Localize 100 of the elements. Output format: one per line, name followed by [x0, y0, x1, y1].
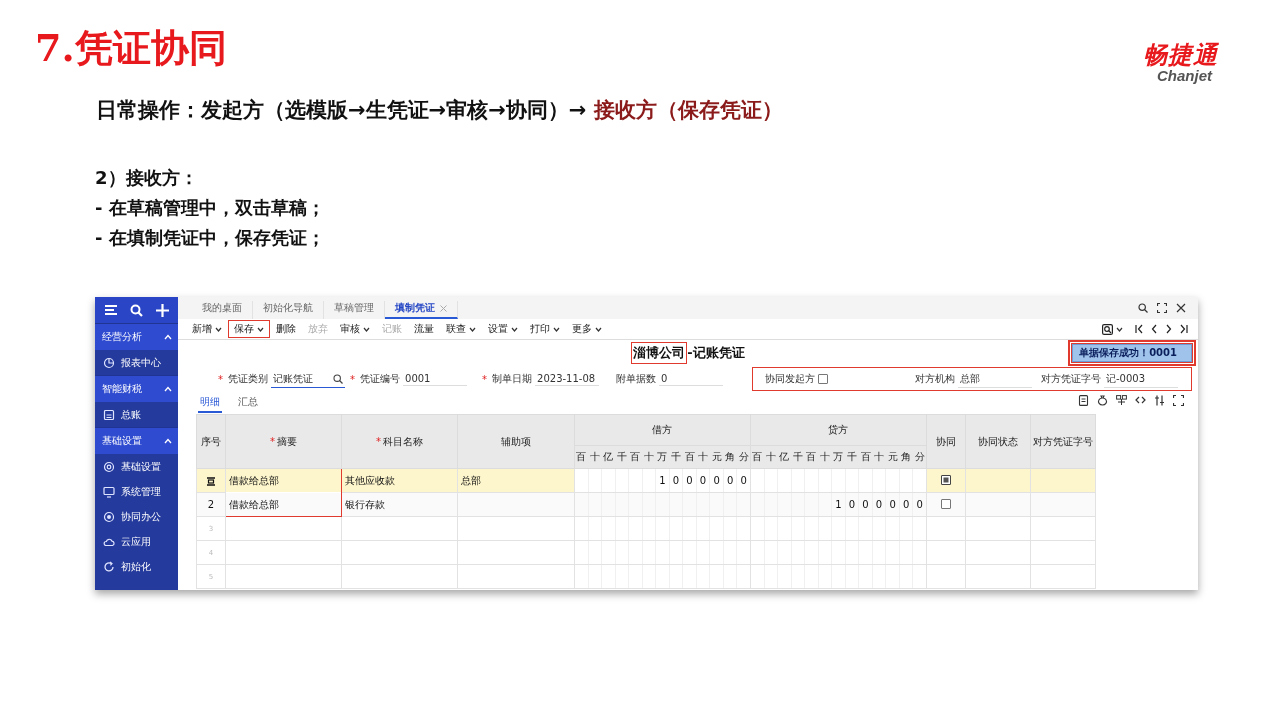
table-row[interactable]: 2 借款给总部 银行存款 1 0 0 0 0 0 0 — [196, 492, 1096, 517]
menu-icon[interactable] — [104, 304, 119, 316]
money-bag-icon[interactable] — [1097, 395, 1108, 406]
toolbar-button[interactable]: 审核 — [334, 320, 376, 338]
close-icon[interactable] — [1176, 303, 1186, 313]
logo-text: 畅捷通 — [1143, 42, 1218, 68]
table-row[interactable]: 借款给总部 其他应收款 总部 1 0 0 0 0 0 0 — [196, 468, 1096, 493]
sliders-icon[interactable] — [1154, 395, 1165, 406]
caret-icon — [595, 326, 602, 332]
maximize-icon[interactable] — [1157, 303, 1167, 313]
layout-icon[interactable] — [1116, 395, 1127, 406]
table-cell: 其他应收款 — [341, 468, 458, 493]
voucher-type-title: -记账凭证 — [687, 344, 745, 362]
table-cell: 总部 — [457, 468, 575, 493]
field-label: 对方凭证字号 — [1041, 372, 1101, 386]
field-label: 凭证编号 — [360, 372, 401, 386]
header-label: 摘要 — [277, 435, 297, 447]
required-mark: * — [482, 373, 488, 385]
target-icon — [103, 510, 115, 523]
input-field[interactable]: 0 — [658, 372, 723, 386]
company-name: 淄博公司 — [631, 342, 688, 364]
input-field[interactable]: 记-0003 — [1104, 370, 1178, 388]
caret-icon — [363, 326, 370, 332]
previous-icon[interactable] — [1150, 324, 1158, 334]
insert-row-icon[interactable] — [206, 476, 216, 486]
group-label: 智能财税 — [102, 382, 142, 396]
sidebar-group[interactable]: 智能财税 — [95, 375, 178, 402]
sidebar-item[interactable]: 系统管理 — [95, 479, 178, 504]
headline-text: 日常操作：发起方（选模版→生凭证→审核→协同）→ 接收方（保存凭证） — [96, 97, 784, 124]
search-icon[interactable] — [130, 303, 144, 317]
checkbox[interactable] — [818, 374, 828, 384]
caret-icon — [257, 326, 264, 332]
next-icon[interactable] — [1165, 324, 1173, 334]
sidebar-item[interactable]: 云应用 — [95, 529, 178, 554]
field-label: 对方机构 — [915, 372, 955, 386]
ledger-icon — [103, 408, 115, 421]
header-label: 对方凭证字号 — [1032, 435, 1093, 447]
gear-icon — [103, 460, 115, 473]
link-icon[interactable] — [1135, 395, 1146, 406]
sidebar-item[interactable]: 报表中心 — [95, 350, 178, 375]
toolbar-button[interactable]: 删除 — [270, 320, 302, 338]
plus-icon[interactable] — [155, 303, 169, 317]
table-cell: 借款给总部 — [225, 468, 342, 493]
caret-icon — [511, 326, 518, 332]
note-line: - 在草稿管理中，双击草稿； — [95, 196, 325, 220]
search-icon[interactable] — [1138, 303, 1148, 313]
input-field[interactable]: 总部 — [958, 370, 1032, 388]
column-header: 借方 — [574, 414, 751, 446]
checkbox[interactable] — [940, 498, 951, 509]
toolbar-button[interactable]: 设置 — [482, 320, 524, 338]
group-label: 基础设置 — [102, 434, 142, 448]
note-line: - 在填制凭证中，保存凭证； — [95, 226, 325, 250]
table-cell: 借款给总部 — [225, 492, 342, 517]
required-mark: * — [376, 435, 381, 447]
sidebar-item[interactable]: 总账 — [95, 402, 178, 427]
input-field[interactable]: 0001 — [403, 372, 468, 386]
toolbar-button[interactable]: 打印 — [524, 320, 566, 338]
search-document-icon[interactable] — [1102, 323, 1113, 335]
toolbar-button[interactable]: 联查 — [440, 320, 482, 338]
toolbar-button[interactable]: 新增 — [186, 320, 228, 338]
refresh-icon — [103, 560, 115, 573]
sidebar-item[interactable]: 协同办公 — [95, 504, 178, 529]
checkbox[interactable] — [940, 474, 951, 485]
header-label: 科目名称 — [383, 435, 423, 447]
input-field[interactable]: 2023-11-08 — [535, 372, 600, 386]
table-cell: 银行存款 — [341, 492, 458, 517]
last-page-icon[interactable] — [1180, 324, 1188, 334]
header-label: 辅助项 — [501, 435, 531, 447]
note-line: 2）接收方： — [95, 166, 198, 190]
required-mark: * — [270, 435, 275, 447]
header-label: 序号 — [201, 435, 221, 447]
caret-icon — [1116, 326, 1123, 332]
sidebar-group[interactable]: 经营分析 — [95, 323, 178, 350]
first-page-icon[interactable] — [1135, 324, 1143, 334]
column-header: 贷方 — [750, 414, 927, 446]
toolbar-button[interactable]: 流量 — [408, 320, 440, 338]
input-field[interactable]: 记账凭证 — [271, 370, 345, 388]
slide-title: 7.凭证协同 — [35, 24, 227, 72]
required-mark: * — [218, 373, 223, 385]
group-label: 经营分析 — [102, 330, 142, 344]
logo-subtitle: Chanjet — [1157, 68, 1212, 84]
monitor-icon — [103, 485, 115, 498]
header-label: 协同 — [935, 435, 956, 447]
header-label: 协同状态 — [977, 435, 1018, 447]
required-mark: * — [350, 373, 356, 385]
field-label: 附单据数 — [615, 372, 656, 386]
fullscreen-icon[interactable] — [1173, 395, 1184, 406]
field-label: 协同发起方 — [765, 372, 815, 386]
sidebar-item[interactable]: 初始化 — [95, 554, 178, 579]
tab[interactable]: 汇总 — [236, 393, 260, 413]
chart-icon — [103, 356, 115, 369]
row-number: 2 — [196, 492, 226, 517]
toolbar-button[interactable]: 保存 — [228, 320, 270, 338]
sidebar-group[interactable]: 基础设置 — [95, 427, 178, 454]
toolbar-button[interactable]: 更多 — [566, 320, 608, 338]
caret-icon — [469, 326, 476, 332]
sidebar-item[interactable]: 基础设置 — [95, 454, 178, 479]
caret-icon — [553, 326, 560, 332]
document-icon[interactable] — [1078, 395, 1089, 406]
search-icon[interactable] — [333, 373, 343, 384]
